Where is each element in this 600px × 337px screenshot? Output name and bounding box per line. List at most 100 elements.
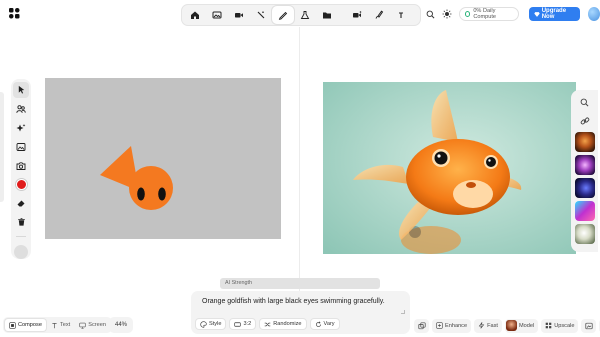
- copy-icon: [417, 321, 426, 329]
- krea-logo-icon: [9, 8, 20, 19]
- tool-folder[interactable]: [316, 6, 338, 24]
- history-thumbnail[interactable]: [574, 201, 595, 221]
- toolbar-divider: [16, 236, 26, 238]
- generate-tool[interactable]: [13, 120, 29, 136]
- zoom-level[interactable]: 44%: [109, 317, 133, 333]
- search-icon: [426, 10, 435, 18]
- sun-icon: [442, 9, 452, 19]
- image-upload-icon: [16, 142, 26, 151]
- prompt-actions: Style 3:2 Randomize Vary: [195, 318, 340, 330]
- text-icon: [52, 322, 57, 328]
- search-history-button[interactable]: [576, 94, 594, 110]
- drawing-canvas[interactable]: [45, 78, 281, 239]
- eraser-icon: [17, 200, 25, 207]
- image-upload-tool[interactable]: [13, 139, 29, 155]
- compare-button[interactable]: [414, 318, 429, 333]
- tool-video[interactable]: [228, 6, 250, 24]
- model-label: Model: [518, 322, 535, 329]
- canvas-settings-button[interactable]: [14, 245, 28, 260]
- edit-brush-icon: [375, 10, 384, 19]
- zoom-label: 44%: [114, 322, 127, 328]
- mode-compose[interactable]: Compose: [5, 319, 46, 331]
- model-button[interactable]: Model: [504, 318, 539, 333]
- fast-mode-button[interactable]: Fast: [474, 318, 502, 333]
- shuffle-icon: [264, 322, 271, 326]
- clear-canvas-button[interactable]: [13, 214, 29, 230]
- tool-text[interactable]: [390, 6, 412, 24]
- randomize-label: Randomize: [273, 321, 302, 327]
- history-thumbnail[interactable]: [574, 224, 595, 244]
- prompt-resize-handle[interactable]: [401, 310, 405, 314]
- video-icon: [235, 13, 243, 18]
- upgrade-label: Upgrade Now: [541, 8, 567, 20]
- compute-label: 0% Daily Compute: [473, 8, 497, 20]
- compose-icon: [9, 321, 16, 329]
- trash-icon: [17, 218, 25, 226]
- fast-label: Fast: [487, 322, 498, 329]
- mode-text-label: Text: [59, 322, 71, 328]
- output-controls: Enhance Fast Model Upscale: [414, 318, 600, 333]
- people-tool[interactable]: [13, 101, 29, 117]
- home-icon: [191, 11, 199, 19]
- enhance-label: Enhance: [445, 322, 468, 329]
- link-button[interactable]: [576, 113, 594, 129]
- refresh-icon: [315, 321, 321, 327]
- history-thumbnail[interactable]: [574, 132, 595, 152]
- vary-button[interactable]: Vary: [309, 318, 340, 330]
- style-button[interactable]: Style: [195, 318, 227, 330]
- app-logo[interactable]: [9, 8, 20, 19]
- split-divider[interactable]: [299, 27, 300, 305]
- diamond-icon: [534, 11, 540, 17]
- user-avatar[interactable]: [587, 7, 600, 21]
- style-label: Style: [209, 321, 222, 327]
- palette-icon: [200, 320, 207, 328]
- mode-screen[interactable]: Screen: [75, 319, 110, 331]
- tool-image[interactable]: [206, 6, 228, 24]
- tool-realtime[interactable]: [272, 6, 294, 24]
- history-thumbnail[interactable]: [574, 155, 595, 175]
- eraser-tool[interactable]: [13, 195, 29, 211]
- select-tool[interactable]: [13, 82, 29, 98]
- tool-train[interactable]: [294, 6, 316, 24]
- enhance-button[interactable]: Enhance: [432, 318, 472, 333]
- brush-color-picker[interactable]: [13, 176, 29, 192]
- daily-compute-badge[interactable]: 0% Daily Compute: [458, 7, 519, 21]
- color-swatch: [15, 178, 27, 190]
- train-flask-icon: [300, 11, 310, 19]
- prompt-input[interactable]: Orange goldfish with large black eyes sw…: [202, 298, 385, 305]
- goldfish-sketch: [100, 146, 173, 210]
- generated-output-image[interactable]: [323, 82, 576, 254]
- theme-toggle-button[interactable]: [441, 7, 454, 22]
- ai-strength-label: AI Strength: [225, 280, 252, 286]
- monitor-icon: [79, 322, 86, 329]
- enhance-icon: [436, 322, 443, 329]
- camera-icon: [16, 161, 26, 170]
- top-right-controls: 0% Daily Compute Upgrade Now: [424, 6, 600, 22]
- history-thumbnail[interactable]: [574, 178, 595, 198]
- image-icon: [212, 11, 222, 19]
- tool-edit[interactable]: [368, 6, 390, 24]
- aspect-ratio-button[interactable]: 3:2: [229, 318, 257, 330]
- upgrade-button[interactable]: Upgrade Now: [528, 7, 580, 21]
- randomize-button[interactable]: Randomize: [259, 318, 307, 330]
- link-icon: [580, 117, 589, 125]
- left-toolbar: [11, 79, 31, 260]
- tool-video-lipsync[interactable]: [346, 6, 368, 24]
- tool-enhance[interactable]: [250, 6, 272, 24]
- aspect-ratio-label: 3:2: [243, 321, 252, 327]
- left-panel-handle[interactable]: [0, 92, 4, 202]
- model-avatar: [505, 320, 517, 331]
- aspect-ratio-icon: [234, 321, 242, 327]
- search-button[interactable]: [424, 7, 437, 22]
- prompt-box: Orange goldfish with large black eyes sw…: [191, 291, 410, 334]
- ai-strength-slider[interactable]: AI Strength: [220, 278, 380, 289]
- mode-text[interactable]: Text: [47, 319, 74, 331]
- enhance-wand-icon: [257, 11, 265, 19]
- lightning-icon: [478, 322, 485, 329]
- select-cursor-icon: [18, 86, 24, 94]
- capture-tool[interactable]: [13, 158, 29, 174]
- upscale-button[interactable]: Upscale: [541, 318, 579, 333]
- realtime-pen-icon: [278, 11, 288, 20]
- tool-home[interactable]: [184, 6, 206, 24]
- save-image-button[interactable]: [581, 318, 597, 333]
